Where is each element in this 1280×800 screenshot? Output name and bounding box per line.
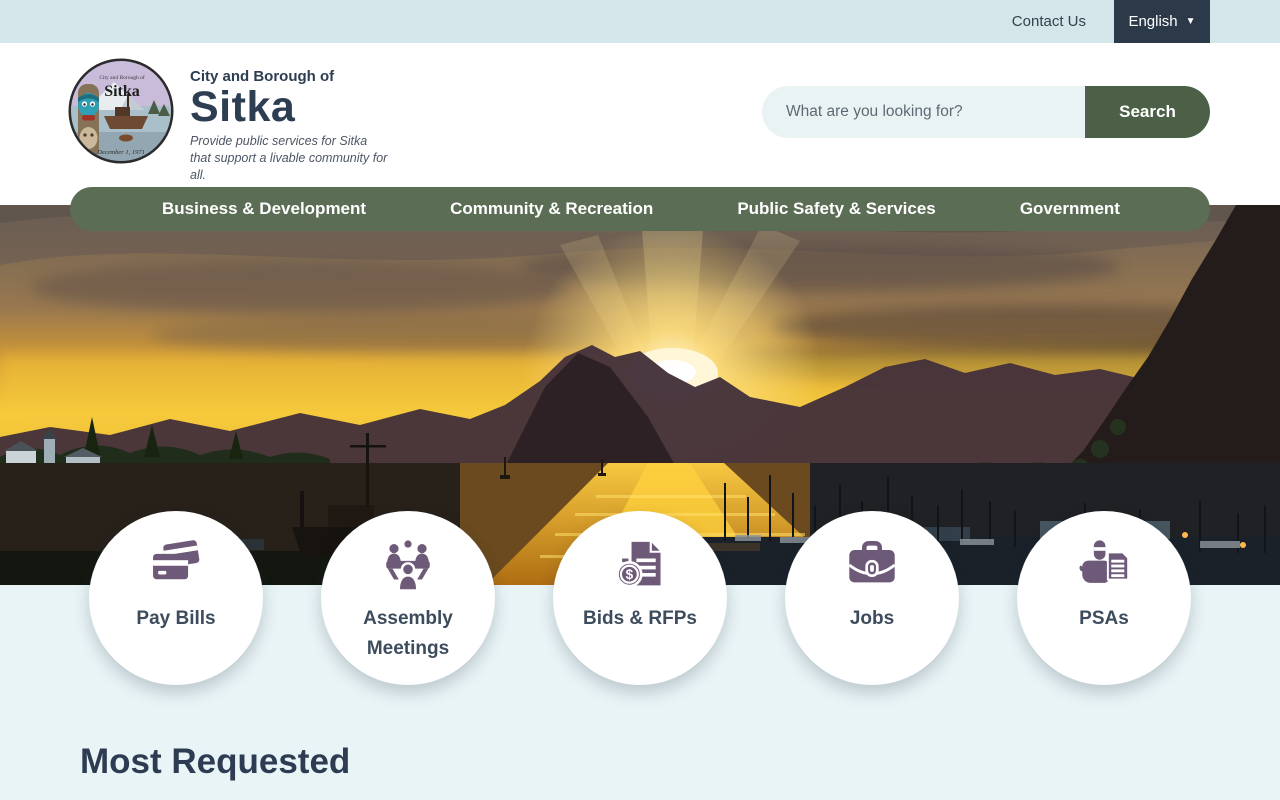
contact-us-link[interactable]: Contact Us [1012, 13, 1086, 30]
quick-link-jobs[interactable]: Jobs [785, 511, 959, 685]
svg-text:$: $ [626, 567, 634, 582]
org-text-block: City and Borough of Sitka Provide public… [190, 58, 390, 184]
quick-link-label: Jobs [849, 608, 895, 629]
quick-link-label: Bids & RFPs [582, 608, 698, 629]
quick-links-row: Pay Bills Assembly Meetings $ Bids & RFP… [0, 511, 1280, 685]
nav-item-government[interactable]: Government [1020, 199, 1120, 219]
search-button[interactable]: Search [1085, 86, 1210, 138]
language-dropdown[interactable]: English ▼ [1114, 0, 1210, 43]
credit-card-icon [147, 537, 205, 595]
quick-link-pay-bills[interactable]: Pay Bills [89, 511, 263, 685]
meeting-people-icon [379, 537, 437, 595]
site-search: Search [762, 86, 1210, 138]
search-input[interactable] [762, 86, 1085, 138]
quick-link-label: Assembly Meetings [363, 608, 453, 660]
seal-date-text: December 1, 1971 [96, 149, 145, 156]
seal-name-text: Sitka [104, 83, 140, 100]
most-requested-heading: Most Requested [80, 742, 351, 781]
sitka-homepage: Contact Us English ▼ City and Borough of… [0, 0, 1280, 800]
site-header: City and Borough of Sitka December 1, 19… [0, 43, 1280, 205]
quick-link-assembly-meetings[interactable]: Assembly Meetings [321, 511, 495, 685]
main-navigation: Business & Development Community & Recre… [70, 187, 1210, 231]
logo-group: City and Borough of Sitka December 1, 19… [68, 58, 390, 184]
quick-link-bids-rfps[interactable]: $ Bids & RFPs [553, 511, 727, 685]
document-dollar-icon: $ [611, 537, 669, 595]
nav-item-community-recreation[interactable]: Community & Recreation [450, 199, 653, 219]
briefcase-icon [843, 537, 901, 595]
org-tagline: Provide public services for Sitka that s… [190, 134, 388, 182]
utility-topbar: Contact Us English ▼ [0, 0, 1280, 43]
seal-prefix-text: City and Borough of [99, 74, 145, 81]
quick-link-psas[interactable]: PSAs [1017, 511, 1191, 685]
nav-item-public-safety-services[interactable]: Public Safety & Services [737, 199, 935, 219]
org-name[interactable]: Sitka [190, 84, 390, 130]
quick-link-label: Pay Bills [136, 608, 216, 629]
chevron-down-icon: ▼ [1185, 15, 1196, 27]
microphone-document-icon [1075, 537, 1133, 595]
nav-item-business-development[interactable]: Business & Development [162, 199, 366, 219]
quick-link-label: PSAs [1079, 608, 1129, 629]
language-dropdown-label: English [1128, 13, 1178, 30]
sitka-seal-logo[interactable]: City and Borough of Sitka December 1, 19… [68, 58, 174, 169]
